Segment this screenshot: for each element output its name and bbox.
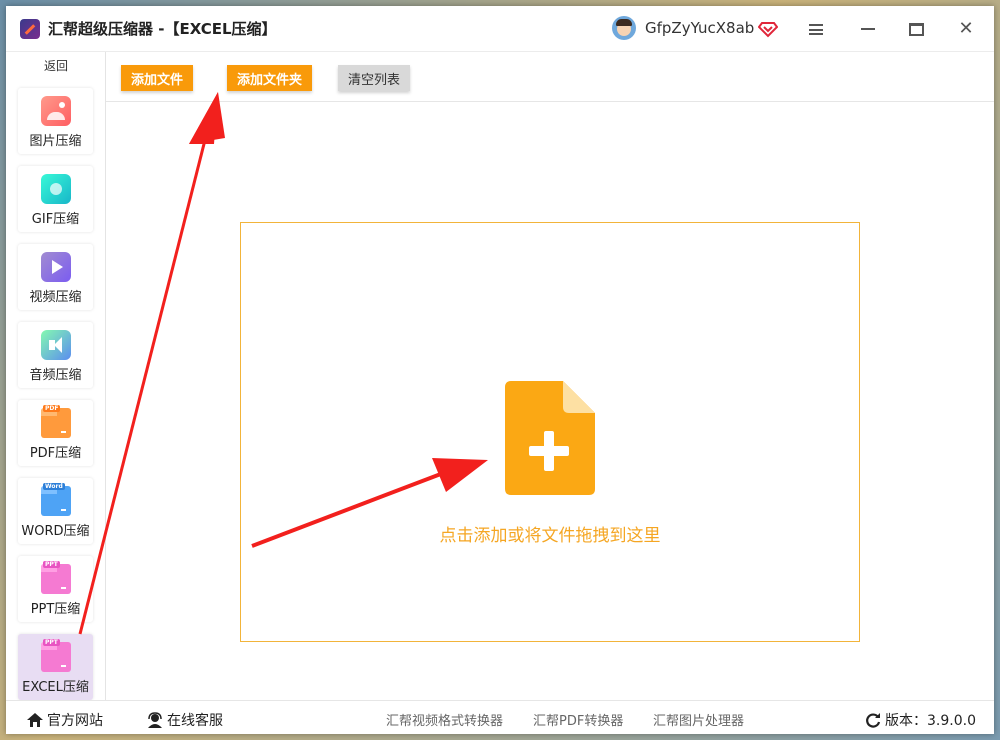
minimize-button[interactable] (852, 14, 884, 44)
sidebar-item-image[interactable]: 图片压缩 (18, 88, 93, 154)
official-site-label: 官方网站 (47, 713, 103, 729)
vip-diamond-icon[interactable] (758, 18, 778, 38)
footer-link-pdf-converter[interactable]: 汇帮PDF转换器 (533, 710, 623, 729)
menu-button[interactable] (800, 14, 832, 44)
home-icon (27, 713, 43, 727)
file-list-area: 点击添加或将文件拖拽到这里 (106, 102, 994, 700)
image-compress-icon (41, 96, 71, 126)
customer-service-icon (148, 712, 162, 728)
sidebar: 返回 图片压缩 GIF压缩 视频压缩 音频压缩 PDF PDF压缩 Word W… (6, 52, 106, 700)
add-folder-button[interactable]: 添加文件夹 (227, 65, 313, 91)
file-drop-zone[interactable]: 点击添加或将文件拖拽到这里 (240, 222, 860, 642)
version-label: 版本：3.9.0.0 (885, 713, 976, 729)
sidebar-item-label: 图片压缩 (29, 134, 82, 149)
app-window: 汇帮超级压缩器 -【EXCEL压缩】 GfpZyYucX8ab ✕ 返回 图片压… (6, 6, 994, 734)
official-site-link[interactable]: 官方网站 (26, 710, 103, 730)
sidebar-item-label: PPT压缩 (30, 602, 81, 617)
sidebar-item-audio[interactable]: 音频压缩 (18, 322, 93, 388)
video-compress-icon (41, 252, 71, 282)
word-folder-icon: Word (41, 483, 71, 516)
refresh-icon (866, 713, 881, 728)
maximize-button[interactable] (900, 14, 932, 44)
sidebar-item-label: 音频压缩 (29, 368, 82, 383)
sidebar-item-label: GIF压缩 (31, 212, 80, 227)
sidebar-item-excel[interactable]: PPT EXCEL压缩 (18, 634, 93, 700)
title-bar: 汇帮超级压缩器 -【EXCEL压缩】 GfpZyYucX8ab ✕ (6, 6, 994, 52)
close-button[interactable]: ✕ (950, 14, 982, 44)
audio-compress-icon (41, 330, 71, 360)
window-title: 汇帮超级压缩器 -【EXCEL压缩】 (48, 20, 277, 38)
maximize-icon (908, 22, 924, 36)
excel-tag: PPT (43, 639, 60, 646)
sidebar-item-label: EXCEL压缩 (22, 680, 89, 695)
sidebar-item-gif[interactable]: GIF压缩 (18, 166, 93, 232)
minimize-icon (861, 28, 875, 30)
ppt-folder-icon: PPT (41, 561, 71, 594)
drop-hint-text: 点击添加或将文件拖拽到这里 (439, 526, 661, 546)
excel-folder-icon: PPT (41, 639, 71, 672)
user-avatar-icon[interactable] (612, 16, 636, 40)
online-service-link[interactable]: 在线客服 (146, 710, 223, 730)
footer-bar: 官方网站 在线客服 汇帮视频格式转换器 汇帮PDF转换器 汇帮图片处理器 版本：… (6, 700, 994, 734)
app-logo-icon (20, 19, 40, 39)
toolbar: 添加文件 添加文件夹 清空列表 (106, 52, 994, 102)
clear-list-button[interactable]: 清空列表 (338, 65, 411, 91)
sidebar-item-pdf[interactable]: PDF PDF压缩 (18, 400, 93, 466)
footer-link-image-processor[interactable]: 汇帮图片处理器 (653, 710, 744, 729)
sidebar-item-ppt[interactable]: PPT PPT压缩 (18, 556, 93, 622)
pdf-folder-icon: PDF (41, 405, 71, 438)
add-file-button[interactable]: 添加文件 (121, 65, 194, 91)
back-button[interactable]: 返回 (6, 57, 106, 74)
sidebar-item-label: WORD压缩 (21, 524, 90, 539)
sidebar-item-label: 视频压缩 (29, 290, 82, 305)
close-icon: ✕ (958, 18, 974, 39)
hamburger-icon (809, 23, 823, 35)
file-add-icon[interactable] (505, 381, 595, 495)
sidebar-item-label: PDF压缩 (29, 446, 82, 461)
version-info[interactable]: 版本：3.9.0.0 (864, 710, 976, 730)
online-service-label: 在线客服 (167, 713, 223, 729)
word-tag: Word (43, 483, 65, 490)
sidebar-item-video[interactable]: 视频压缩 (18, 244, 93, 310)
pdf-tag: PDF (43, 405, 61, 412)
footer-link-video-converter[interactable]: 汇帮视频格式转换器 (386, 710, 503, 729)
ppt-tag: PPT (43, 561, 60, 568)
gif-compress-icon (41, 174, 71, 204)
sidebar-item-word[interactable]: Word WORD压缩 (18, 478, 93, 544)
username[interactable]: GfpZyYucX8ab (645, 19, 754, 37)
